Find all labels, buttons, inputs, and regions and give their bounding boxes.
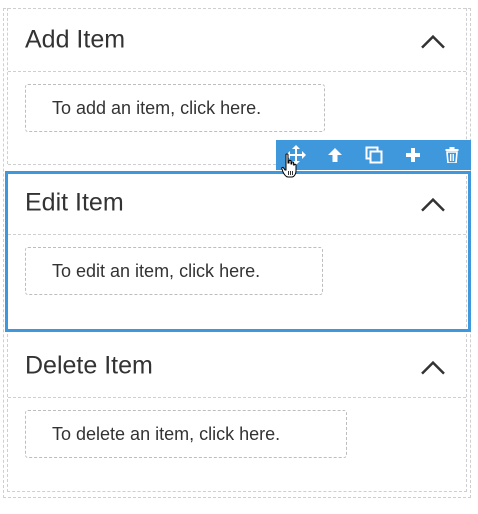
- accordion-header-add[interactable]: Add Item: [8, 8, 466, 72]
- chevron-up-icon[interactable]: [420, 33, 446, 49]
- chevron-up-icon[interactable]: [420, 359, 446, 375]
- section-title: Add Item: [25, 25, 126, 53]
- trash-icon: [445, 147, 458, 163]
- section-title: Delete Item: [25, 351, 153, 379]
- add-icon: [405, 148, 420, 162]
- add-button[interactable]: [393, 140, 432, 170]
- accordion-header-delete[interactable]: Delete Item: [8, 334, 466, 398]
- accordion-section-delete: Delete Item To delete an item, click her…: [7, 334, 467, 492]
- element-toolbar: [276, 140, 471, 170]
- move-up-icon: [327, 148, 342, 162]
- hand-cursor-icon: [281, 153, 297, 178]
- delete-button[interactable]: [432, 140, 471, 170]
- move-up-button[interactable]: [315, 140, 354, 170]
- duplicate-icon: [365, 146, 382, 164]
- add-item-button[interactable]: To add an item, click here.: [25, 84, 325, 132]
- delete-item-button[interactable]: To delete an item, click here.: [25, 410, 347, 458]
- selection-outline: [5, 171, 471, 332]
- duplicate-button[interactable]: [354, 140, 393, 170]
- accordion-body-delete: To delete an item, click here.: [8, 398, 466, 492]
